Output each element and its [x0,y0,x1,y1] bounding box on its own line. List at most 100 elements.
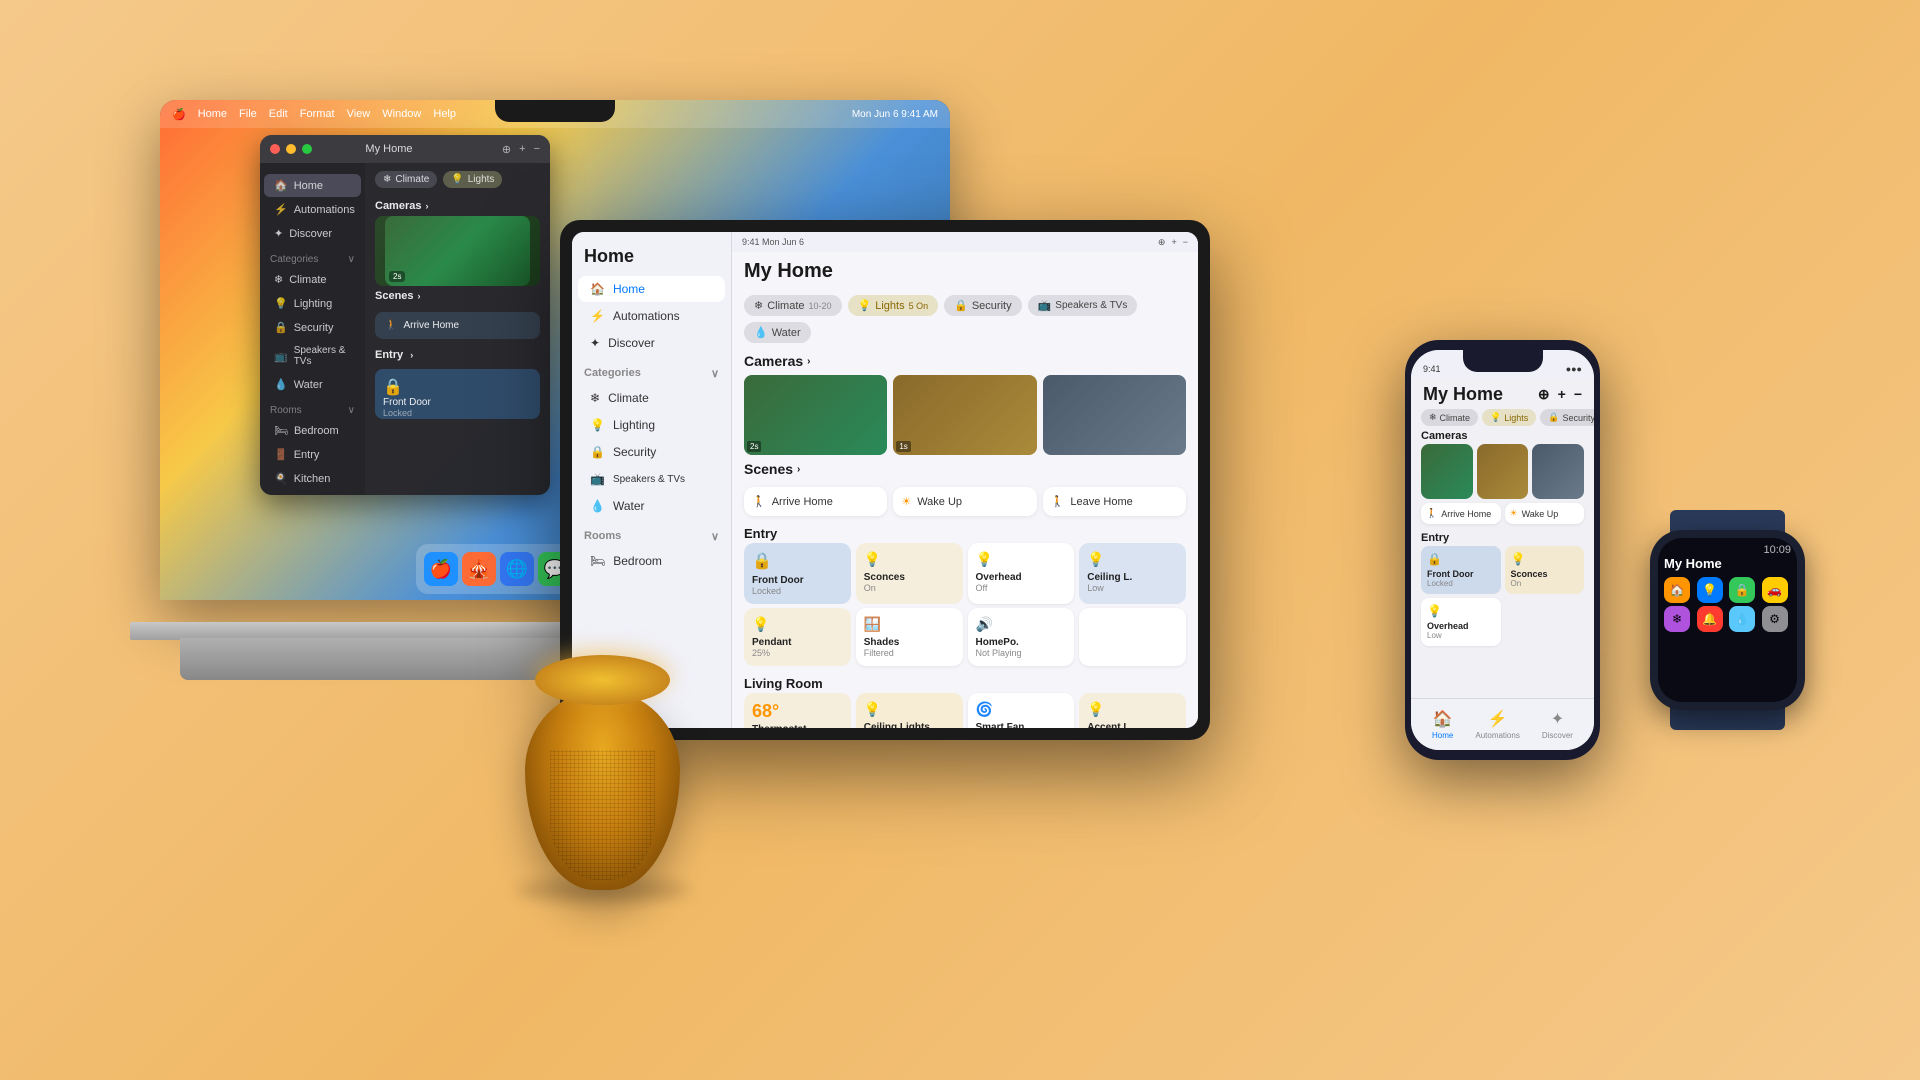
ipad-front-door-tile[interactable]: 🔒 Front Door Locked [744,543,851,604]
ipad-ceiling-lights-tile[interactable]: 💡 Ceiling Lights 90% [856,693,963,728]
iphone-lights-icon: 💡 [1490,412,1501,423]
ipad-camera-3[interactable] [1043,375,1186,455]
dock-finder[interactable]: 🍎 [424,552,458,586]
watch-app-lights[interactable]: 💡 [1697,577,1723,603]
menu-format[interactable]: Format [300,108,335,120]
dock-safari[interactable]: 🌐 [500,552,534,586]
ipad-cat-security[interactable]: 🔒 Security [578,439,725,465]
ipad-homepod-tile[interactable]: 🔊 HomePo. Not Playing [968,608,1075,666]
ipad-sidebar-automations[interactable]: ⚡ Automations [578,303,725,329]
iphone-filter-climate[interactable]: ❄ Climate [1421,409,1478,426]
ipad-sidebar-home[interactable]: 🏠 Home [578,276,725,302]
ipad-ceiling-tile[interactable]: 💡 Ceiling L. Low [1079,543,1186,604]
apple-menu[interactable]: 🍎 [172,108,186,121]
ipad-overhead-tile[interactable]: 💡 Overhead Off [968,543,1075,604]
sidebar-item-water[interactable]: 💧 Water [264,373,361,396]
menu-edit[interactable]: Edit [269,108,288,120]
iphone-tab-automations[interactable]: ⚡ Automations [1475,709,1519,740]
scene-wake-up[interactable]: ☀ Wake Up [893,487,1036,516]
kitchen-icon: 🍳 [274,472,288,485]
menu-file[interactable]: File [239,108,257,120]
iphone-overhead-tile[interactable]: 💡 Overhead Low [1421,598,1501,646]
ipad-smart-fan-tile[interactable]: 🌀 Smart Fan Off [968,693,1075,728]
dock-launchpad[interactable]: 🎪 [462,552,496,586]
ipad-filter-water[interactable]: 💧 Water [744,322,811,343]
lighting-icon: 💡 [274,297,288,310]
sidebar-item-bedroom[interactable]: 🛏 Bedroom [264,419,361,442]
scenes-chevron-icon: › [797,464,800,475]
iphone-scene-wake[interactable]: ☀ Wake Up [1505,503,1585,524]
homepod-top [535,655,670,705]
watch-app-water[interactable]: 💧 [1729,606,1755,632]
scene-arrive-home[interactable]: 🚶 Arrive Home [744,487,887,516]
menu-window[interactable]: Window [382,108,421,120]
sidebar-item-security[interactable]: 🔒 Security [264,316,361,339]
watch-app-garage[interactable]: 🚗 [1762,577,1788,603]
ipad-filter-security[interactable]: 🔒 Security [944,295,1021,316]
add-icon[interactable]: + [519,143,525,155]
ipad-cat-speakers[interactable]: 📺 Speakers & TVs [578,466,725,492]
iphone-camera-1[interactable] [1421,444,1473,499]
sidebar-item-automations[interactable]: ⚡ Automations [264,198,361,221]
iphone-sconces-tile[interactable]: 💡 Sconces On [1505,546,1585,594]
watch-app-home[interactable]: 🏠 [1664,577,1690,603]
iphone-camera-2[interactable] [1477,444,1529,499]
iphone-tab-discover[interactable]: ✦ Discover [1542,709,1573,740]
mac-front-door-tile[interactable]: 🔒 Front Door Locked [375,369,540,419]
ipad-camera-1[interactable]: 2s [744,375,887,455]
iphone-filter-lights[interactable]: 💡 Lights [1482,409,1536,426]
ipad-filter-lights-icon: 💡 [858,299,872,312]
iphone-camera-3[interactable] [1532,444,1584,499]
menu-view[interactable]: View [347,108,371,120]
leave-scene-icon: 🚶 [1051,495,1065,508]
ipad-filter-speakers-icon: 📺 [1038,299,1052,312]
iphone-front-door-tile[interactable]: 🔒 Front Door Locked [1421,546,1501,594]
ipad-camera-2[interactable]: 1s [893,375,1036,455]
sidebar-item-lighting[interactable]: 💡 Lighting [264,292,361,315]
mac-filter-lights[interactable]: 💡 Lights [443,171,502,188]
ipad-cat-climate[interactable]: ❄ Climate [578,385,725,411]
sidebar-item-climate[interactable]: ❄ Climate [264,268,361,291]
minus-icon[interactable]: − [534,143,540,155]
iphone-share-icon[interactable]: ⊕ [1538,386,1550,403]
watch-app-settings[interactable]: ⚙ [1762,606,1788,632]
iphone-scene-arrive[interactable]: 🚶 Arrive Home [1421,503,1501,524]
scene-leave-home[interactable]: 🚶 Leave Home [1043,487,1186,516]
ipad-filter-security-icon: 🔒 [954,299,968,312]
window-title: My Home [282,143,496,155]
ipad-filter-lights[interactable]: 💡 Lights 5 On [848,295,939,316]
watch-app-alarm[interactable]: 🔔 [1697,606,1723,632]
ipad-accent-lights-tile[interactable]: 💡 Accent L. On [1079,693,1186,728]
ipad-shades-tile[interactable]: 🪟 Shades Filtered [856,608,963,666]
ipad-pendant-tile[interactable]: 💡 Pendant 25% [744,608,851,666]
sidebar-item-home[interactable]: 🏠 Home [264,174,361,197]
iphone-filter-security[interactable]: 🔒 Security [1540,409,1594,426]
ipad-room-bedroom[interactable]: 🛏 Bedroom [578,548,725,574]
watch-app-climate[interactable]: ❄ [1664,606,1690,632]
ipad-sconces-tile[interactable]: 💡 Sconces On [856,543,963,604]
iphone-tab-discover-icon: ✦ [1551,709,1564,729]
ipad-sidebar-discover[interactable]: ✦ Discover [578,330,725,356]
mac-scene-arrive[interactable]: 🚶 Arrive Home [375,312,540,339]
watch-app-lock[interactable]: 🔒 [1729,577,1755,603]
sidebar-item-entry[interactable]: 🚪 Entry [264,443,361,466]
menu-help[interactable]: Help [433,108,456,120]
close-button[interactable] [270,144,280,154]
ipad-thermostat-tile[interactable]: 68° Thermostat Heating to 70 [744,693,851,728]
sidebar-item-speakers-tvs[interactable]: 📺 Speakers & TVs [264,340,361,372]
sidebar-item-living-room[interactable]: 🛋 Living Room [264,491,361,495]
sidebar-item-discover[interactable]: ✦ Discover [264,222,361,245]
mac-titlebar: My Home ⊕ + − [260,135,550,163]
ipad-cat-water[interactable]: 💧 Water [578,493,725,519]
sidebar-item-kitchen[interactable]: 🍳 Kitchen [264,467,361,490]
iphone-minus-icon[interactable]: − [1574,386,1582,403]
mac-filter-climate[interactable]: ❄ Climate [375,171,437,188]
iphone-add-icon[interactable]: + [1558,386,1566,403]
iphone-tab-home[interactable]: 🏠 Home [1432,709,1453,740]
ipad-filter-speakers[interactable]: 📺 Speakers & TVs [1028,295,1138,316]
ipad-filter-climate[interactable]: ❄ Climate 10-20 [744,295,842,316]
ipad-cat-lighting[interactable]: 💡 Lighting [578,412,725,438]
iphone-screen: 9:41 ●●● My Home ⊕ + − ❄ Climate 💡 Light… [1411,350,1594,750]
home-share-icon[interactable]: ⊕ [502,143,511,156]
menu-home[interactable]: Home [198,108,227,120]
